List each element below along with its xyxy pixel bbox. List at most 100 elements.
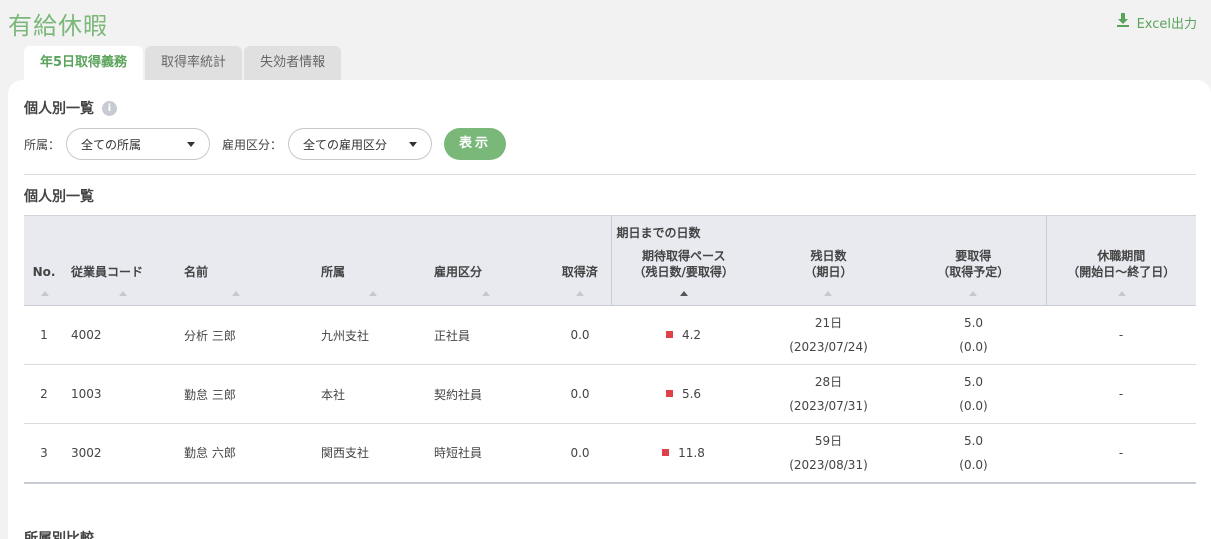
sort-arrow-icon [969,291,977,296]
filter-row: 所属： 全ての所属 雇用区分： 全ての雇用区分 表示 [24,128,507,160]
chevron-down-icon [187,141,196,147]
group-header-days-until-due: 期日までの日数 [616,226,701,240]
cell-leave-period: - [1046,423,1196,484]
col-expected-pace[interactable]: 期日までの日数 期待取得ペース （残日数/要取得） [610,215,756,306]
excel-export-button[interactable]: Excel出力 [1115,12,1197,32]
divider [24,174,1196,175]
section-heading-text: 個人別一覧 [24,101,94,117]
cell-leave-period: - [1046,305,1196,365]
col-no[interactable]: No. [24,215,64,306]
cell-employee-code: 1003 [64,364,177,424]
table-row[interactable]: 2 1003 勤怠 三郎 本社 契約社員 0.0 5.6 28日 (2023/07… [24,364,1196,424]
col-remaining-days[interactable]: 残日数 （期日） [756,215,901,306]
list-heading-text: 個人別一覧 [24,189,94,205]
tab-five-day-obligation[interactable]: 年5日取得義務 [24,46,144,80]
cell-required: 5.0 (0.0) [901,423,1046,484]
cell-employee-code: 4002 [64,305,177,365]
col-employment-type[interactable]: 雇用区分 [427,215,549,306]
pace-value: 4.2 [681,328,702,342]
sort-arrow-icon [41,291,49,296]
sort-arrow-icon [119,291,127,296]
planned-value: (0.0) [959,399,988,413]
cell-name: 勤怠 三郎 [177,364,314,424]
cell-leave-period: - [1046,364,1196,424]
cell-name: 分析 三郎 [177,305,314,365]
col-taken[interactable]: 取得済 [549,215,611,306]
cell-name: 勤怠 六郎 [177,423,314,484]
sort-arrow-icon [1117,291,1126,296]
col-affiliation[interactable]: 所属 [314,215,427,306]
page-title: 有給休暇 [8,12,108,40]
cell-employment-type: 正社員 [427,305,549,365]
remaining-days-value: 28日 [814,375,843,389]
table-row[interactable]: 3 3002 勤怠 六郎 関西支社 時短社員 0.0 11.8 59日 (2023… [24,423,1196,484]
sort-arrow-icon [824,291,832,296]
sort-arrow-icon [369,291,377,296]
required-value: 5.0 [963,375,984,389]
cell-taken: 0.0 [549,305,611,365]
employment-select-value: 全ての雇用区分 [303,137,388,152]
table-row[interactable]: 1 4002 分析 三郎 九州支社 正社員 0.0 4.2 21日 (2023/0… [24,305,1196,365]
table-header-row: No. 従業員コード 名前 所属 雇用区分 取得済 期日までの日数 期待取得ペー… [24,215,1196,306]
employee-table: No. 従業員コード 名前 所属 雇用区分 取得済 期日までの日数 期待取得ペー… [24,215,1196,484]
tab-expired-info[interactable]: 失効者情報 [244,46,342,80]
sort-arrow-icon [482,291,490,296]
sort-arrow-icon [232,291,240,296]
cell-expected-pace: 11.8 [611,423,756,484]
cell-remaining-days: 28日 (2023/07/31) [756,364,901,424]
sort-arrow-icon [576,291,584,296]
due-date-value: (2023/08/31) [789,457,868,472]
employment-filter-label: 雇用区分： [222,137,283,152]
sort-arrow-active-icon [679,291,688,296]
cell-no: 3 [24,423,64,484]
cell-affiliation: 本社 [314,364,427,424]
planned-value: (0.0) [959,340,988,354]
cell-taken: 0.0 [549,364,611,424]
cell-taken: 0.0 [549,423,611,484]
info-icon[interactable]: i [102,100,117,116]
affiliation-select[interactable]: 全ての所属 [66,128,211,160]
tab-acquisition-rate[interactable]: 取得率統計 [145,46,243,80]
download-icon [1115,12,1131,32]
section-heading: 個人別一覧 i [24,98,117,118]
cell-employment-type: 時短社員 [427,423,549,484]
required-value: 5.0 [963,316,984,330]
cell-required: 5.0 (0.0) [901,305,1046,365]
alert-square-icon [665,331,673,338]
col-name[interactable]: 名前 [177,215,314,306]
required-value: 5.0 [963,433,984,448]
remaining-days-value: 59日 [814,433,843,448]
col-employee-code[interactable]: 従業員コード [64,215,177,306]
col-leave-period[interactable]: 休職期間 （開始日〜終了日） [1045,215,1196,306]
cell-employment-type: 契約社員 [427,364,549,424]
affiliation-filter-label: 所属： [24,137,61,152]
cell-no: 2 [24,364,64,424]
due-date-value: (2023/07/24) [789,340,868,354]
planned-value: (0.0) [959,457,988,472]
cell-affiliation: 九州支社 [314,305,427,365]
tab-bar: 年5日取得義務 取得率統計 失効者情報 [24,46,342,80]
excel-export-label: Excel出力 [1136,16,1197,32]
cell-employee-code: 3002 [64,423,177,484]
cell-remaining-days: 59日 (2023/08/31) [756,423,901,484]
list-heading: 個人別一覧 [24,186,94,206]
alert-square-icon [665,390,673,397]
cell-affiliation: 関西支社 [314,423,427,484]
remaining-days-value: 21日 [814,316,843,330]
alert-square-icon [662,448,670,456]
due-date-value: (2023/07/31) [789,399,868,413]
pace-value: 11.8 [678,445,705,460]
cell-no: 1 [24,305,64,365]
chevron-down-icon [409,141,418,147]
affiliation-comparison-heading: 所属別比較 [24,531,94,539]
employment-select[interactable]: 全ての雇用区分 [288,128,433,160]
col-required[interactable]: 要取得 （取得予定） [901,215,1046,306]
content-panel: 個人別一覧 i 所属： 全ての所属 雇用区分： 全ての雇用区分 表示 個人別一覧… [8,80,1211,539]
cell-expected-pace: 4.2 [611,305,756,365]
cell-remaining-days: 21日 (2023/07/24) [756,305,901,365]
pace-value: 5.6 [681,387,702,401]
cell-expected-pace: 5.6 [611,364,756,424]
affiliation-select-value: 全ての所属 [81,137,142,152]
show-button[interactable]: 表示 [444,128,507,160]
cell-required: 5.0 (0.0) [901,364,1046,424]
